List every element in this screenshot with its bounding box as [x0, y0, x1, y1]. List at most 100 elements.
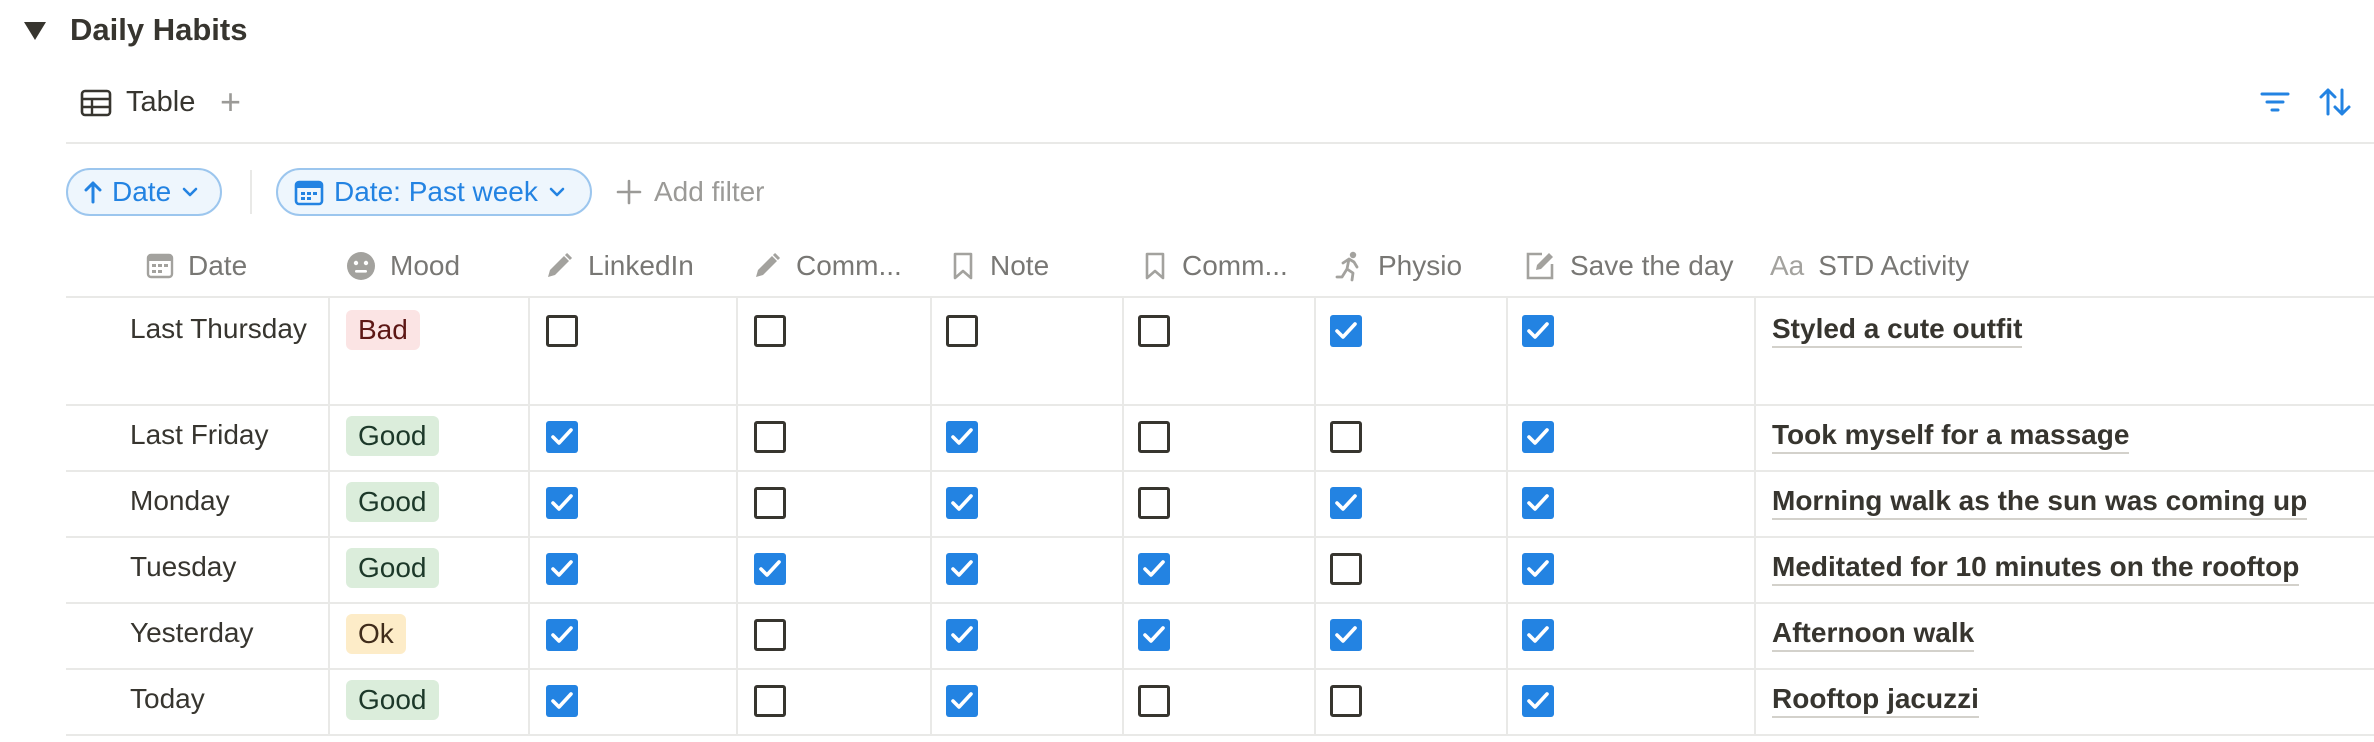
checkmark-icon [551, 428, 573, 445]
activity-title-link[interactable]: Meditated for 10 minutes on the rooftop [1772, 550, 2300, 586]
checkbox-checked[interactable] [546, 553, 578, 585]
activity-title-link[interactable]: Took myself for a massage [1772, 418, 2130, 454]
mood-tag[interactable]: Good [346, 482, 439, 522]
activity-title-link[interactable]: Styled a cute outfit [1772, 312, 2023, 348]
checkbox-unchecked[interactable] [1138, 685, 1170, 717]
collapse-toggle-icon[interactable] [24, 22, 46, 40]
checkbox-checked[interactable] [1138, 553, 1170, 585]
checkmark-icon [1527, 692, 1549, 709]
mood-tag[interactable]: Bad [346, 310, 420, 350]
checkbox-unchecked[interactable] [754, 685, 786, 717]
column-header-save-the-day[interactable]: Save the day [1524, 242, 1733, 290]
tab-table-label: Table [126, 86, 196, 118]
checkbox-unchecked[interactable] [946, 315, 978, 347]
checkbox-checked[interactable] [946, 685, 978, 717]
checkbox-unchecked[interactable] [754, 487, 786, 519]
date-cell[interactable]: Yesterday [130, 612, 310, 654]
activity-title-link[interactable]: Afternoon walk [1772, 616, 1975, 652]
checkbox-unchecked[interactable] [754, 315, 786, 347]
column-header-label: LinkedIn [588, 250, 694, 281]
sort-pill-date[interactable]: Date [66, 168, 222, 216]
checkbox-unchecked[interactable] [754, 421, 786, 453]
checkbox-checked[interactable] [1522, 685, 1554, 717]
text-aa-icon: Aa [1770, 250, 1805, 281]
checkbox-checked[interactable] [1330, 619, 1362, 651]
checkbox-checked[interactable] [946, 553, 978, 585]
column-divider [1754, 296, 1756, 736]
checkbox-unchecked[interactable] [1330, 421, 1362, 453]
plus-icon [616, 179, 642, 205]
checkmark-icon [1527, 560, 1549, 577]
date-cell[interactable]: Last Friday [130, 414, 310, 456]
checkbox-unchecked[interactable] [1330, 685, 1362, 717]
column-header-label: Save the day [1570, 250, 1734, 281]
checkbox-checked[interactable] [1522, 421, 1554, 453]
checkbox-unchecked[interactable] [754, 619, 786, 651]
date-cell[interactable]: Monday [130, 480, 310, 522]
checkbox-checked[interactable] [546, 487, 578, 519]
checkbox-checked[interactable] [946, 487, 978, 519]
column-header-label: Mood [390, 250, 461, 281]
database-page: Daily Habits Table + Date Date: Past wee… [0, 0, 2374, 742]
add-filter-button[interactable]: Add filter [616, 174, 765, 210]
checkbox-checked[interactable] [546, 619, 578, 651]
mood-tag[interactable]: Good [346, 680, 439, 720]
tab-table[interactable]: Table [80, 86, 195, 119]
column-header-label: Physio [1378, 250, 1463, 281]
checkbox-checked[interactable] [1330, 315, 1362, 347]
column-divider [1506, 296, 1508, 736]
table-row[interactable] [66, 602, 2374, 668]
add-filter-label: Add filter [654, 176, 765, 207]
checkbox-checked[interactable] [754, 553, 786, 585]
checkbox-checked[interactable] [1522, 315, 1554, 347]
sort-icon[interactable] [2318, 86, 2352, 118]
checkbox-checked[interactable] [546, 685, 578, 717]
filter-icon[interactable] [2260, 90, 2290, 114]
column-header-mood[interactable]: Mood [346, 242, 460, 290]
checkbox-unchecked[interactable] [1138, 421, 1170, 453]
checkbox-checked[interactable] [1522, 487, 1554, 519]
checkbox-checked[interactable] [546, 421, 578, 453]
column-header-note[interactable]: Note [950, 242, 1049, 290]
chevron-down-icon [549, 187, 565, 197]
row-divider [66, 404, 2374, 406]
checkmark-icon [951, 428, 973, 445]
checkbox-checked[interactable] [946, 619, 978, 651]
column-header-label: Comm... [796, 250, 902, 281]
column-header-comm-2[interactable]: Comm... [1142, 242, 1288, 290]
checkbox-checked[interactable] [1522, 553, 1554, 585]
checkbox-checked[interactable] [1138, 619, 1170, 651]
checkbox-unchecked[interactable] [546, 315, 578, 347]
column-header-date[interactable]: Date [146, 242, 247, 290]
mood-tag[interactable]: Ok [346, 614, 406, 654]
date-cell[interactable]: Tuesday [130, 546, 310, 588]
checkmark-icon [1143, 626, 1165, 643]
row-divider [66, 470, 2374, 472]
checkbox-unchecked[interactable] [1138, 315, 1170, 347]
activity-title-link[interactable]: Rooftop jacuzzi [1772, 682, 1979, 718]
mood-tag[interactable]: Good [346, 416, 439, 456]
checkbox-checked[interactable] [1330, 487, 1362, 519]
column-header-linkedin[interactable]: LinkedIn [544, 242, 694, 290]
chevron-down-icon [182, 187, 198, 197]
column-header-label: STD Activity [1818, 250, 1970, 281]
date-cell[interactable]: Today [130, 678, 310, 720]
checkbox-checked[interactable] [1522, 619, 1554, 651]
mood-tag[interactable]: Good [346, 548, 439, 588]
edit-square-icon [1526, 252, 1554, 280]
date-filter-pill[interactable]: Date: Past week [276, 168, 592, 216]
checkbox-unchecked[interactable] [1138, 487, 1170, 519]
add-view-button[interactable]: + [220, 84, 241, 120]
activity-title-link[interactable]: Morning walk as the sun was coming up [1772, 484, 2308, 520]
filter-bar-divider [250, 170, 252, 214]
column-divider [1122, 296, 1124, 736]
column-header-std-activity[interactable]: Aa STD Activity [1770, 242, 1969, 290]
checkmark-icon [1527, 494, 1549, 511]
checkbox-unchecked[interactable] [1330, 553, 1362, 585]
column-header-physio[interactable]: Physio [1334, 242, 1462, 290]
checkbox-checked[interactable] [946, 421, 978, 453]
row-divider [66, 734, 2374, 736]
date-cell[interactable]: Last Thursday [130, 308, 310, 350]
checkmark-icon [951, 494, 973, 511]
column-header-comm-1[interactable]: Comm... [752, 242, 902, 290]
